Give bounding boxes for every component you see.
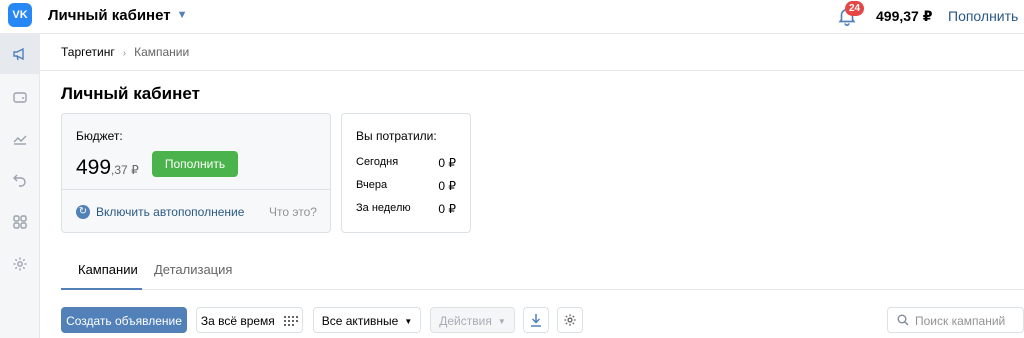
sidebar-item-campaigns[interactable] — [0, 34, 40, 74]
spent-card: Вы потратили: Сегодня 0 ₽ Вчера 0 ₽ За нед… — [341, 113, 471, 233]
period-label: За всё время — [200, 314, 275, 328]
refresh-icon: ↻ — [76, 205, 90, 219]
active-tab-underline — [61, 288, 142, 290]
sidebar-item-apps[interactable] — [0, 202, 40, 242]
auto-topup-link[interactable]: Включить автопополнение — [96, 205, 244, 219]
breadcrumb-root[interactable]: Таргетинг — [61, 45, 115, 59]
tabs: Кампании Детализация — [61, 253, 1024, 290]
spent-value: 0 ₽ — [438, 202, 456, 216]
breadcrumb: Таргетинг › Кампании — [61, 45, 189, 59]
sidebar — [0, 34, 40, 338]
breadcrumb-current: Кампании — [134, 45, 190, 59]
calendar-grid-icon — [284, 316, 299, 326]
megaphone-icon — [13, 47, 24, 61]
budget-amount: 499,37 ₽ — [76, 156, 139, 180]
spent-row-week: За неделю 0 ₽ — [356, 202, 456, 216]
notifications-badge: 24 — [845, 1, 865, 16]
status-filter-label: Все активные — [321, 314, 399, 328]
tab-campaigns[interactable]: Кампании — [78, 262, 138, 277]
topup-link[interactable]: Пополнить — [948, 8, 1018, 24]
sidebar-item-budget[interactable] — [0, 77, 40, 117]
budget-card: Бюджет: 499,37 ₽ Пополнить ↻ Включить ав… — [61, 113, 331, 233]
chart-icon — [13, 135, 27, 145]
balance-value: 499,37 ₽ — [876, 8, 933, 24]
spent-value: 0 ₽ — [438, 179, 456, 193]
sidebar-item-settings[interactable] — [0, 244, 40, 284]
gear-icon — [564, 314, 576, 326]
breadcrumb-separator: › — [122, 48, 127, 59]
tab-details[interactable]: Детализация — [154, 262, 232, 277]
spent-row-today: Сегодня 0 ₽ — [356, 156, 456, 170]
settings-button[interactable] — [557, 307, 583, 333]
search-icon — [897, 314, 909, 326]
search-placeholder: Поиск кампаний — [915, 314, 1006, 328]
spent-label: Вчера — [356, 179, 388, 191]
create-ad-button[interactable]: Создать объявление — [61, 307, 187, 333]
topup-button[interactable]: Пополнить — [152, 151, 238, 177]
vk-logo[interactable]: VK — [8, 3, 32, 27]
download-icon — [531, 314, 541, 327]
spent-value: 0 ₽ — [438, 156, 456, 170]
sidebar-item-statistics[interactable] — [0, 118, 40, 158]
download-button[interactable] — [523, 307, 549, 333]
chevron-down-icon: ▼ — [497, 317, 506, 326]
budget-amount-int: 499 — [76, 156, 112, 179]
budget-label: Бюджет: — [76, 129, 123, 143]
page-title: Личный кабинет — [61, 84, 200, 103]
sidebar-item-retargeting[interactable] — [0, 159, 40, 199]
spent-title: Вы потратили: — [356, 129, 437, 143]
account-switcher[interactable]: Личный кабинет ▼ — [48, 7, 188, 24]
spent-label: Сегодня — [356, 156, 399, 168]
wallet-icon — [13, 92, 27, 103]
search-input[interactable]: Поиск кампаний — [887, 307, 1024, 333]
spent-row-yesterday: Вчера 0 ₽ — [356, 179, 456, 193]
status-filter-select[interactable]: Все активные ▼ — [313, 307, 421, 333]
period-button[interactable]: За всё время — [196, 307, 303, 333]
budget-amount-frac: ,37 ₽ — [111, 163, 139, 177]
what-is-it-link[interactable]: Что это? — [269, 205, 317, 219]
breadcrumb-divider — [40, 70, 1024, 71]
chevron-down-icon: ▼ — [404, 317, 413, 326]
grid-icon — [13, 215, 27, 229]
account-title: Личный кабинет — [48, 7, 171, 24]
spent-label: За неделю — [356, 202, 411, 214]
actions-label: Действия — [439, 314, 492, 328]
gear-icon — [13, 257, 27, 271]
card-divider — [62, 189, 330, 190]
undo-icon — [13, 174, 26, 187]
top-bar: VK Личный кабинет ▼ 24 499,37 ₽ Пополнить — [0, 0, 1024, 34]
actions-select[interactable]: Действия ▼ — [430, 307, 515, 333]
chevron-down-icon: ▼ — [176, 9, 188, 21]
